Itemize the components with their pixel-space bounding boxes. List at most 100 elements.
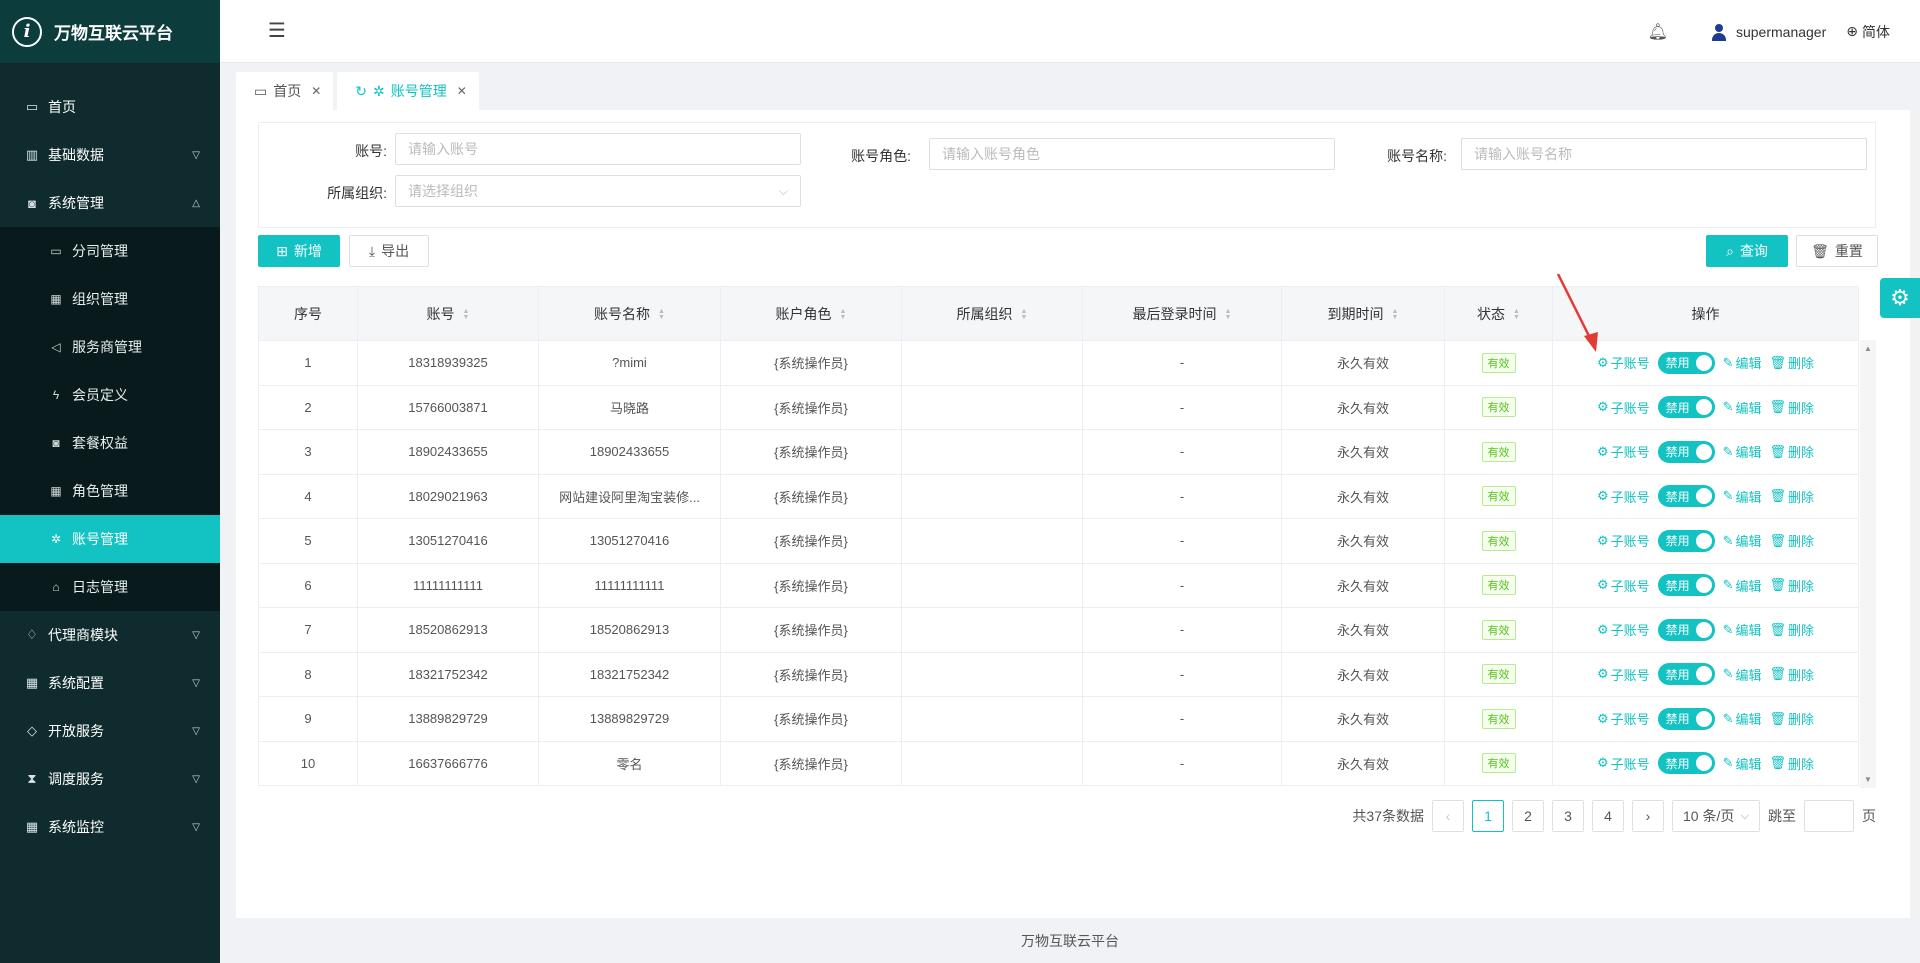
sub-account-link[interactable]: ⚙ 子账号 bbox=[1597, 576, 1650, 595]
edit-link[interactable]: ✎ 编辑 bbox=[1723, 665, 1762, 684]
sub-account-link[interactable]: ⚙ 子账号 bbox=[1597, 709, 1650, 728]
edit-link[interactable]: ✎ 编辑 bbox=[1723, 709, 1762, 728]
add-button[interactable]: ⊞ 新增 bbox=[258, 235, 340, 267]
sidebar-item-member-definition[interactable]: ϟ 会员定义 bbox=[0, 371, 220, 419]
sub-account-link[interactable]: ⚙ 子账号 bbox=[1597, 665, 1650, 684]
sidebar-item-branch[interactable]: ▭ 分司管理 bbox=[0, 227, 220, 275]
sub-account-link[interactable]: ⚙ 子账号 bbox=[1597, 353, 1650, 372]
bell-icon[interactable]: 🔔︎ bbox=[1648, 22, 1668, 42]
disable-toggle[interactable]: 禁用 bbox=[1657, 396, 1715, 419]
reset-button[interactable]: 🗑︎ 重置 bbox=[1796, 235, 1878, 267]
sub-account-link[interactable]: ⚙ 子账号 bbox=[1597, 754, 1650, 773]
column-header[interactable]: 最后登录时间 ▲ ▼ bbox=[1082, 286, 1282, 341]
delete-link[interactable]: 🗑︎ 删除 bbox=[1770, 754, 1815, 773]
sidebar-item-dispatch-service[interactable]: ⧗ 调度服务 ▽ bbox=[0, 755, 220, 803]
disable-toggle[interactable]: 禁用 bbox=[1657, 707, 1715, 730]
sub-account-link[interactable]: ⚙ 子账号 bbox=[1597, 620, 1650, 639]
sidebar-item-agent-module[interactable]: ♢ 代理商模块 ▽ bbox=[0, 611, 220, 659]
sidebar-item-system-config[interactable]: ▦ 系统配置 ▽ bbox=[0, 659, 220, 707]
edit-link[interactable]: ✎ 编辑 bbox=[1723, 620, 1762, 639]
close-icon[interactable]: ✕ bbox=[457, 84, 467, 98]
delete-link[interactable]: 🗑︎ 删除 bbox=[1770, 487, 1815, 506]
column-header[interactable]: 到期时间 ▲ ▼ bbox=[1281, 286, 1445, 341]
tab-account-management[interactable]: ↻ ✲ 账号管理 ✕ bbox=[337, 72, 479, 110]
sidebar-item-system-management[interactable]: ◙ 系统管理 △ bbox=[0, 179, 220, 227]
edit-link[interactable]: ✎ 编辑 bbox=[1723, 353, 1762, 372]
sub-account-link[interactable]: ⚙ 子账号 bbox=[1597, 398, 1650, 417]
disable-toggle[interactable]: 禁用 bbox=[1657, 529, 1715, 552]
scroll-down-icon[interactable]: ▼ bbox=[1864, 775, 1872, 784]
export-button[interactable]: ⤓ 导出 bbox=[349, 235, 429, 267]
disable-toggle[interactable]: 禁用 bbox=[1657, 663, 1715, 686]
edit-link[interactable]: ✎ 编辑 bbox=[1723, 531, 1762, 550]
column-header[interactable]: 状态 ▲ ▼ bbox=[1444, 286, 1553, 341]
query-button[interactable]: ⌕ 查询 bbox=[1706, 235, 1788, 267]
jump-page-input[interactable] bbox=[1804, 800, 1854, 832]
column-header[interactable]: 账号 ▲ ▼ bbox=[357, 286, 539, 341]
close-icon[interactable]: ✕ bbox=[311, 84, 321, 98]
disable-toggle[interactable]: 禁用 bbox=[1657, 351, 1715, 374]
disable-toggle[interactable]: 禁用 bbox=[1657, 752, 1715, 775]
sidebar-item-system-monitor[interactable]: ▦ 系统监控 ▽ bbox=[0, 803, 220, 851]
sidebar-item-service-provider[interactable]: ◁ 服务商管理 bbox=[0, 323, 220, 371]
sort-icon[interactable]: ▲ ▼ bbox=[658, 308, 665, 321]
sub-account-link[interactable]: ⚙ 子账号 bbox=[1597, 442, 1650, 461]
edit-link[interactable]: ✎ 编辑 bbox=[1723, 754, 1762, 773]
sidebar-item-organization[interactable]: ▦ 组织管理 bbox=[0, 275, 220, 323]
name-input[interactable]: 请输入账号名称 bbox=[1461, 138, 1867, 170]
next-page-button[interactable]: › bbox=[1632, 800, 1664, 832]
page-button-3[interactable]: 3 bbox=[1552, 800, 1584, 832]
sidebar-item-open-service[interactable]: ◇ 开放服务 ▽ bbox=[0, 707, 220, 755]
prev-page-button[interactable]: ‹ bbox=[1432, 800, 1464, 832]
page-scrollbar[interactable] bbox=[1910, 110, 1918, 918]
account-input[interactable]: 请输入账号 bbox=[395, 133, 801, 165]
page-button-1[interactable]: 1 bbox=[1472, 800, 1504, 832]
language-switch[interactable]: ⊕ 简体 bbox=[1846, 22, 1890, 42]
role-input[interactable]: 请输入账号角色 bbox=[929, 138, 1335, 170]
column-header[interactable]: 账户角色 ▲ ▼ bbox=[720, 286, 902, 341]
menu-fold-icon[interactable]: ☰ bbox=[268, 18, 286, 43]
sort-icon[interactable]: ▲ ▼ bbox=[463, 308, 470, 321]
delete-link[interactable]: 🗑︎ 删除 bbox=[1770, 576, 1815, 595]
user-menu[interactable]: supermanager bbox=[1710, 23, 1826, 41]
sort-icon[interactable]: ▲ ▼ bbox=[1513, 308, 1520, 321]
disable-toggle[interactable]: 禁用 bbox=[1657, 440, 1715, 463]
sub-account-link[interactable]: ⚙ 子账号 bbox=[1597, 531, 1650, 550]
column-header[interactable]: 所属组织 ▲ ▼ bbox=[901, 286, 1083, 341]
page-button-4[interactable]: 4 bbox=[1592, 800, 1624, 832]
sort-icon[interactable]: ▲ ▼ bbox=[1392, 308, 1399, 321]
delete-link[interactable]: 🗑︎ 删除 bbox=[1770, 442, 1815, 461]
sidebar-item-basic-data[interactable]: ▥ 基础数据 ▽ bbox=[0, 131, 220, 179]
edit-link[interactable]: ✎ 编辑 bbox=[1723, 442, 1762, 461]
sub-account-link[interactable]: ⚙ 子账号 bbox=[1597, 487, 1650, 506]
scroll-up-icon[interactable]: ▲ bbox=[1864, 344, 1872, 353]
sidebar-item-role-management[interactable]: ▦ 角色管理 bbox=[0, 467, 220, 515]
disable-toggle[interactable]: 禁用 bbox=[1657, 485, 1715, 508]
disable-toggle[interactable]: 禁用 bbox=[1657, 574, 1715, 597]
sort-icon[interactable]: ▲ ▼ bbox=[1021, 308, 1028, 321]
delete-link[interactable]: 🗑︎ 删除 bbox=[1770, 398, 1815, 417]
delete-link[interactable]: 🗑︎ 删除 bbox=[1770, 353, 1815, 372]
sort-icon[interactable]: ▲ ▼ bbox=[1225, 308, 1232, 321]
table-scrollbar[interactable]: ▲ ▼ bbox=[1860, 340, 1876, 788]
edit-link[interactable]: ✎ 编辑 bbox=[1723, 576, 1762, 595]
page-size-select[interactable]: 10 条/页 ⌵ bbox=[1672, 800, 1760, 832]
user-icon bbox=[1710, 23, 1728, 41]
delete-link[interactable]: 🗑︎ 删除 bbox=[1770, 665, 1815, 684]
delete-link[interactable]: 🗑︎ 删除 bbox=[1770, 531, 1815, 550]
page-button-2[interactable]: 2 bbox=[1512, 800, 1544, 832]
sidebar-item-package-rights[interactable]: ◙ 套餐权益 bbox=[0, 419, 220, 467]
sort-icon[interactable]: ▲ ▼ bbox=[840, 308, 847, 321]
sidebar-item-account-management[interactable]: ✲ 账号管理 bbox=[0, 515, 220, 563]
column-header[interactable]: 账号名称 ▲ ▼ bbox=[538, 286, 721, 341]
delete-link[interactable]: 🗑︎ 删除 bbox=[1770, 709, 1815, 728]
edit-link[interactable]: ✎ 编辑 bbox=[1723, 487, 1762, 506]
sidebar-item-home[interactable]: ▭ 首页 bbox=[0, 83, 220, 131]
delete-link[interactable]: 🗑︎ 删除 bbox=[1770, 620, 1815, 639]
tab-home[interactable]: ▭ 首页 ✕ bbox=[236, 72, 334, 110]
settings-gear-icon[interactable]: ⚙ bbox=[1880, 278, 1920, 318]
disable-toggle[interactable]: 禁用 bbox=[1657, 618, 1715, 641]
sidebar-item-log-management[interactable]: ⌂ 日志管理 bbox=[0, 563, 220, 611]
org-select[interactable]: 请选择组织 ⌵ bbox=[395, 175, 801, 207]
edit-link[interactable]: ✎ 编辑 bbox=[1723, 398, 1762, 417]
